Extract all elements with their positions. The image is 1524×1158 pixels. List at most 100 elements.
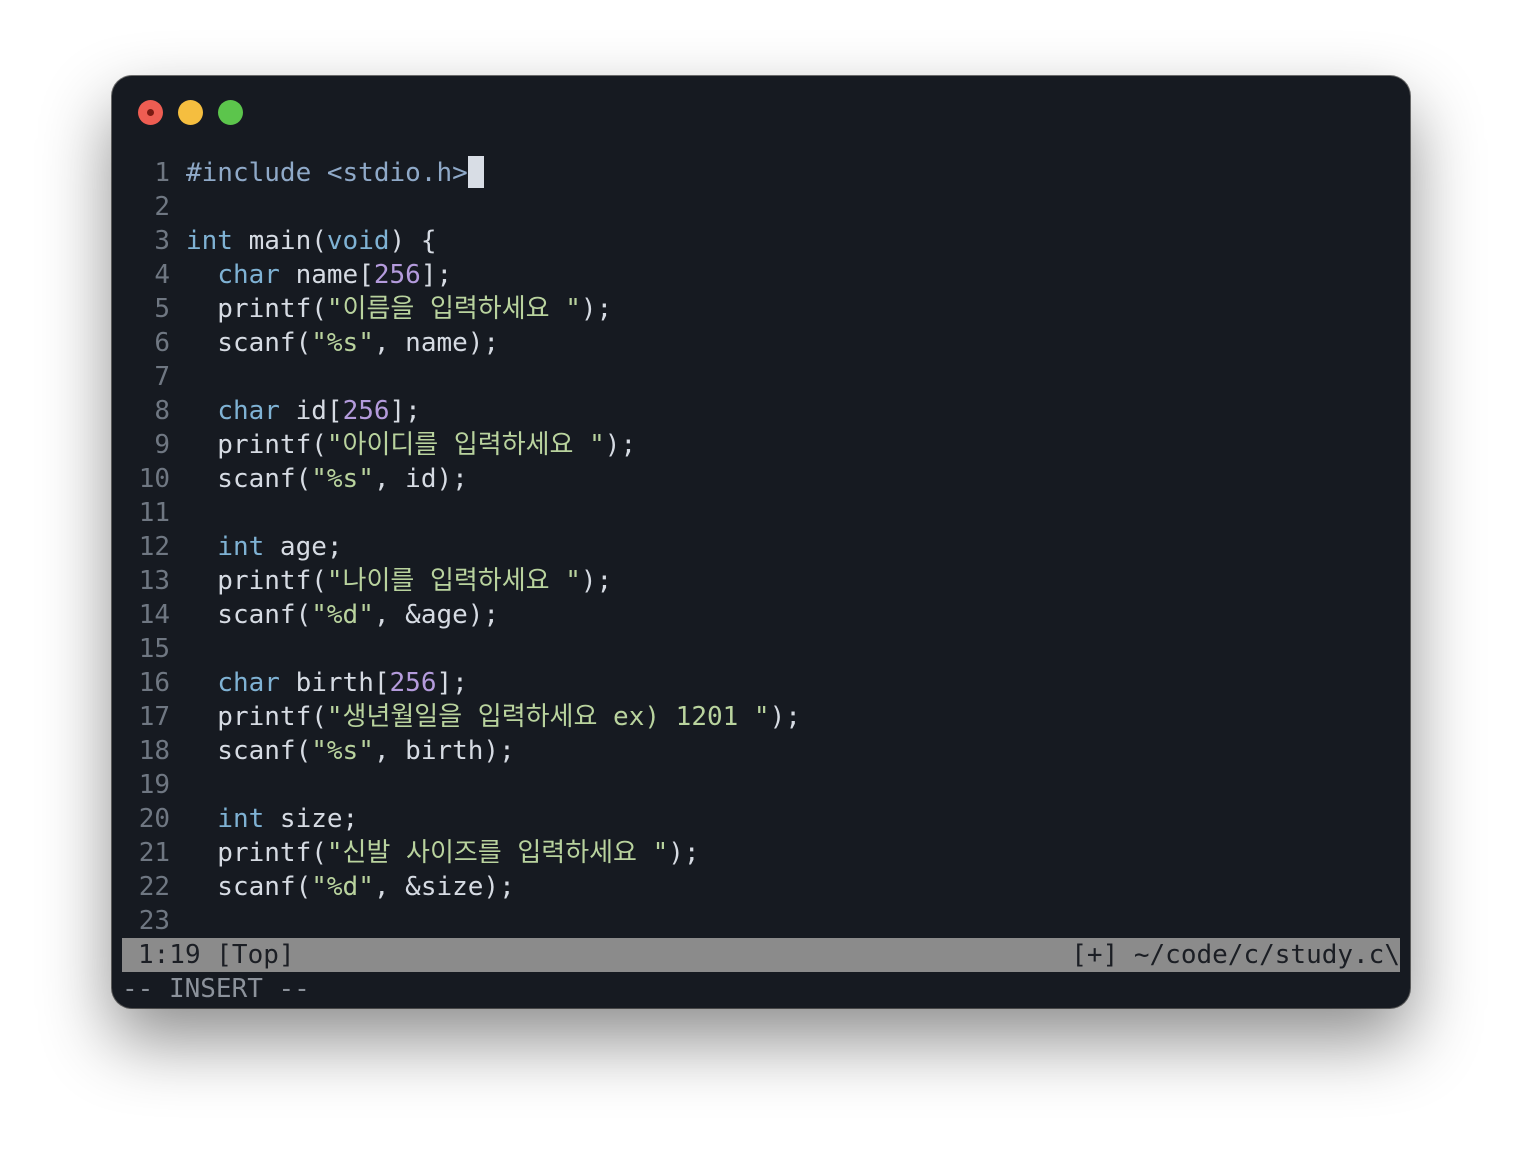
code-token: "이름을 입력하세요 "	[326, 294, 581, 324]
code-token: , &age);	[373, 600, 500, 630]
line-code: printf("이름을 입력하세요 ");	[186, 292, 612, 326]
code-line[interactable]: 14 scanf("%d", &age);	[112, 598, 1410, 632]
code-token: "%s"	[311, 464, 374, 494]
code-token: scanf(	[186, 328, 312, 358]
line-code: printf("아이디를 입력하세요 ");	[186, 428, 636, 462]
code-token: );	[769, 702, 801, 732]
code-token: printf(	[186, 294, 327, 324]
code-line[interactable]: 17 printf("생년월일을 입력하세요 ex) 1201 ");	[112, 700, 1410, 734]
line-number: 22	[138, 872, 170, 902]
code-line[interactable]: 1 #include <stdio.h>	[112, 156, 1410, 190]
line-code: printf("생년월일을 입력하세요 ex) 1201 ");	[186, 700, 801, 734]
code-line[interactable]: 2	[112, 190, 1410, 224]
code-line[interactable]: 10 scanf("%s", id);	[112, 462, 1410, 496]
code-token: age;	[264, 532, 343, 562]
code-token: scanf(	[186, 736, 312, 766]
code-token: int	[217, 804, 265, 834]
line-number: 5	[154, 294, 170, 324]
code-token: id[	[279, 396, 343, 426]
code-token: "신발 사이즈를 입력하세요 "	[326, 838, 669, 868]
code-token: scanf(	[186, 464, 312, 494]
code-token: );	[580, 294, 613, 324]
code-token: );	[580, 566, 613, 596]
code-token: "%s"	[311, 328, 374, 358]
code-line[interactable]: 23	[112, 904, 1410, 938]
line-number: 1	[154, 158, 170, 188]
code-line[interactable]: 9 printf("아이디를 입력하세요 ");	[112, 428, 1410, 462]
line-number: 6	[154, 328, 170, 358]
code-line[interactable]: 11	[112, 496, 1410, 530]
code-token: ];	[436, 668, 468, 698]
code-token: main(	[232, 226, 327, 256]
code-line[interactable]: 21 printf("신발 사이즈를 입력하세요 ");	[112, 836, 1410, 870]
code-token: "아이디를 입력하세요 "	[326, 430, 605, 460]
code-token: ];	[420, 260, 453, 290]
line-number: 21	[138, 838, 170, 868]
code-line[interactable]: 3 int main(void) {	[112, 224, 1410, 258]
code-token: printf(	[186, 430, 327, 460]
line-number: 13	[138, 566, 170, 596]
code-token: , id);	[373, 464, 468, 494]
code-line[interactable]: 5 printf("이름을 입력하세요 ");	[112, 292, 1410, 326]
line-code: int main(void) {	[186, 224, 436, 258]
code-token: printf(	[186, 838, 327, 868]
code-token: , birth);	[373, 736, 515, 766]
code-line[interactable]: 18 scanf("%s", birth);	[112, 734, 1410, 768]
code-token: "%d"	[311, 600, 374, 630]
status-bar: 1:19 [Top] [+] ~/code/c/study.c\	[122, 938, 1400, 972]
code-token: 256	[389, 668, 437, 698]
line-code: scanf("%d", &size);	[186, 870, 514, 904]
code-line[interactable]: 12 int age;	[112, 530, 1410, 564]
code-token: "%d"	[311, 872, 374, 902]
line-code: printf("신발 사이즈를 입력하세요 ");	[186, 836, 700, 870]
line-code: char name[256];	[186, 258, 452, 292]
terminal-window: 1 #include <stdio.h> 2 3 int main(void) {4 c…	[112, 76, 1410, 1008]
code-token: int	[217, 532, 265, 562]
line-number: 10	[138, 464, 170, 494]
cursor-position: 1:19 [Top]	[138, 940, 295, 970]
line-code: char id[256];	[186, 394, 421, 428]
code-line[interactable]: 8 char id[256];	[112, 394, 1410, 428]
line-number: 18	[138, 736, 170, 766]
line-code: scanf("%d", &age);	[186, 598, 499, 632]
code-token: name[	[279, 260, 374, 290]
code-line[interactable]: 6 scanf("%s", name);	[112, 326, 1410, 360]
line-number: 9	[154, 430, 170, 460]
code-editor[interactable]: 1 #include <stdio.h> 2 3 int main(void) {4 c…	[112, 156, 1410, 938]
line-number: 7	[154, 362, 170, 392]
code-line[interactable]: 13 printf("나이를 입력하세요 ");	[112, 564, 1410, 598]
minimize-button[interactable]	[178, 100, 203, 125]
code-line[interactable]: 16 char birth[256];	[112, 666, 1410, 700]
line-number: 17	[138, 702, 170, 732]
code-token: printf(	[186, 702, 327, 732]
code-token: scanf(	[186, 600, 312, 630]
code-token: char	[217, 396, 280, 426]
line-code: printf("나이를 입력하세요 ");	[186, 564, 612, 598]
line-code: scanf("%s", birth);	[186, 734, 515, 768]
line-number: 12	[138, 532, 170, 562]
close-button[interactable]	[138, 100, 163, 125]
code-token: );	[668, 838, 700, 868]
code-line[interactable]: 22 scanf("%d", &size);	[112, 870, 1410, 904]
line-code: int age;	[186, 530, 343, 564]
line-code: int size;	[186, 802, 358, 836]
line-number: 11	[138, 498, 170, 528]
code-line[interactable]: 20 int size;	[112, 802, 1410, 836]
line-number: 23	[138, 906, 170, 936]
code-line[interactable]: 7	[112, 360, 1410, 394]
code-token: #include <stdio.h>	[186, 158, 468, 188]
code-line[interactable]: 4 char name[256];	[112, 258, 1410, 292]
code-token: int	[186, 226, 233, 256]
line-code: scanf("%s", id);	[186, 462, 468, 496]
code-line[interactable]: 15	[112, 632, 1410, 666]
code-token: );	[604, 430, 637, 460]
text-cursor	[467, 156, 484, 188]
maximize-button[interactable]	[218, 100, 243, 125]
code-token: char	[217, 260, 280, 290]
line-number: 20	[138, 804, 170, 834]
code-line[interactable]: 19	[112, 768, 1410, 802]
